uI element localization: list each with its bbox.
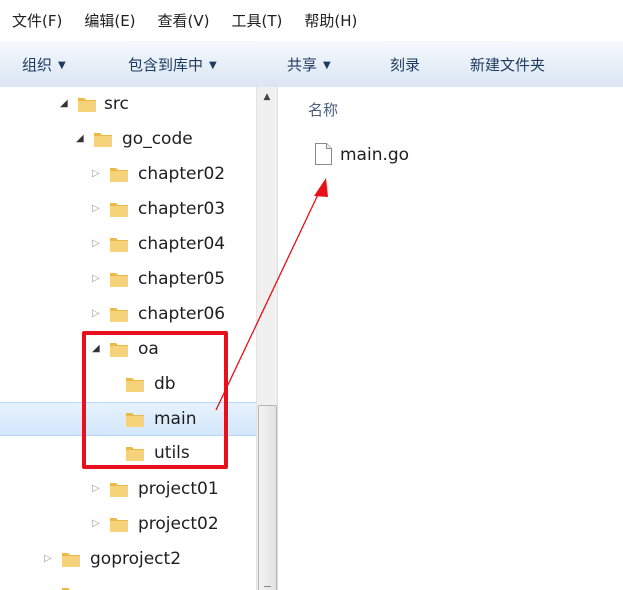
tree-item-chapter03[interactable]: ▷ chapter03 bbox=[0, 193, 256, 227]
menu-view[interactable]: 查看(V) bbox=[148, 10, 222, 31]
tree-item-label: utils bbox=[154, 443, 190, 463]
tree-item-label: src bbox=[104, 94, 129, 114]
folder-icon bbox=[126, 413, 144, 427]
caret-down-icon: ▼ bbox=[323, 60, 331, 71]
burn-label: 刻录 bbox=[390, 56, 421, 74]
tree-item-src[interactable]: ◢ src bbox=[0, 88, 256, 122]
expanded-arrow-icon[interactable]: ◢ bbox=[92, 343, 102, 355]
tree-item-oa[interactable]: ◢ oa bbox=[0, 333, 256, 367]
tree-item-partial[interactable] bbox=[0, 578, 256, 590]
caret-down-icon: ▼ bbox=[58, 60, 66, 71]
file-list-pane: 名称 main.go bbox=[278, 87, 623, 590]
organize-label: 组织 bbox=[22, 56, 53, 74]
menu-bar: 文件(F) 编辑(E) 查看(V) 工具(T) 帮助(H) bbox=[0, 0, 623, 40]
document-icon bbox=[315, 143, 332, 165]
tree-item-label: chapter02 bbox=[138, 164, 226, 184]
tree-item-label: goproject2 bbox=[90, 549, 182, 569]
new-folder-label: 新建文件夹 bbox=[470, 56, 546, 74]
scroll-up-arrow-icon[interactable]: ▲ bbox=[257, 87, 277, 107]
collapsed-arrow-icon[interactable]: ▷ bbox=[92, 168, 102, 180]
menu-edit[interactable]: 编辑(E) bbox=[74, 10, 147, 31]
collapsed-arrow-icon[interactable]: ▷ bbox=[92, 238, 102, 250]
share-button[interactable]: 共享 ▼ bbox=[287, 54, 331, 75]
folder-icon bbox=[110, 343, 128, 357]
collapsed-arrow-icon[interactable]: ▷ bbox=[92, 518, 102, 530]
folder-icon bbox=[126, 447, 144, 461]
collapsed-arrow-icon[interactable]: ▷ bbox=[92, 308, 102, 320]
folder-icon bbox=[110, 308, 128, 322]
folder-icon bbox=[110, 518, 128, 532]
folder-icon bbox=[110, 273, 128, 287]
expanded-arrow-icon[interactable]: ◢ bbox=[76, 133, 86, 145]
collapsed-arrow-icon[interactable]: ▷ bbox=[92, 203, 102, 215]
tree-item-go-code[interactable]: ◢ go_code bbox=[0, 123, 256, 157]
tree-item-label: oa bbox=[138, 339, 159, 359]
tree-item-label: db bbox=[154, 374, 176, 394]
include-in-library-button[interactable]: 包含到库中 ▼ bbox=[128, 54, 217, 75]
tree-item-chapter06[interactable]: ▷ chapter06 bbox=[0, 298, 256, 332]
tree-item-chapter04[interactable]: ▷ chapter04 bbox=[0, 228, 256, 262]
burn-button[interactable]: 刻录 bbox=[390, 54, 420, 75]
tree-item-label: chapter06 bbox=[138, 304, 226, 324]
menu-tools[interactable]: 工具(T) bbox=[222, 10, 295, 31]
tree-item-chapter02[interactable]: ▷ chapter02 bbox=[0, 158, 256, 192]
collapsed-arrow-icon[interactable]: ▷ bbox=[92, 273, 102, 285]
tree-item-project02[interactable]: ▷ project02 bbox=[0, 508, 256, 542]
folder-icon bbox=[62, 588, 80, 590]
collapsed-arrow-icon[interactable]: ▷ bbox=[44, 553, 54, 565]
nav-scrollbar[interactable]: ▲ bbox=[256, 87, 277, 590]
grip-icon bbox=[264, 586, 271, 590]
tree-item-label: project01 bbox=[138, 479, 219, 499]
tree-item-db[interactable]: db bbox=[0, 368, 256, 402]
collapsed-arrow-icon[interactable]: ▷ bbox=[92, 483, 102, 495]
tree-item-label: chapter05 bbox=[138, 269, 226, 289]
tree-item-utils[interactable]: utils bbox=[0, 437, 256, 471]
folder-icon bbox=[110, 203, 128, 217]
folder-icon bbox=[62, 553, 80, 567]
include-library-label: 包含到库中 bbox=[128, 56, 204, 74]
tree-item-label: chapter04 bbox=[138, 234, 226, 254]
command-toolbar: 组织 ▼ 包含到库中 ▼ 共享 ▼ 刻录 新建文件夹 bbox=[0, 40, 623, 88]
folder-icon bbox=[110, 168, 128, 182]
tree-item-project01[interactable]: ▷ project01 bbox=[0, 473, 256, 507]
organize-button[interactable]: 组织 ▼ bbox=[22, 54, 66, 75]
scroll-thumb[interactable] bbox=[258, 405, 277, 590]
new-folder-button[interactable]: 新建文件夹 bbox=[470, 54, 545, 75]
folder-icon bbox=[126, 378, 144, 392]
tree-item-main[interactable]: main bbox=[0, 402, 256, 436]
tree-item-label: chapter03 bbox=[138, 199, 226, 219]
menu-file[interactable]: 文件(F) bbox=[0, 10, 74, 31]
tree-item-label: project02 bbox=[138, 514, 219, 534]
caret-down-icon: ▼ bbox=[209, 60, 217, 71]
folder-icon bbox=[110, 483, 128, 497]
navigation-pane: ◢ src ◢ go_code ▷ chapter02 ▷ chapter03 … bbox=[0, 87, 278, 590]
tree-item-goproject2[interactable]: ▷ goproject2 bbox=[0, 543, 256, 577]
menu-help[interactable]: 帮助(H) bbox=[294, 10, 369, 31]
file-name: main.go bbox=[340, 145, 410, 165]
folder-icon bbox=[78, 98, 96, 112]
expanded-arrow-icon[interactable]: ◢ bbox=[60, 98, 70, 110]
tree-item-label: go_code bbox=[122, 129, 193, 149]
tree-item-chapter05[interactable]: ▷ chapter05 bbox=[0, 263, 256, 297]
folder-icon bbox=[94, 133, 112, 147]
column-header-name[interactable]: 名称 bbox=[308, 99, 338, 120]
explorer-window: 文件(F) 编辑(E) 查看(V) 工具(T) 帮助(H) 组织 ▼ 包含到库中 ▼… bbox=[0, 0, 623, 590]
share-label: 共享 bbox=[287, 56, 318, 74]
tree-item-label: main bbox=[154, 409, 197, 429]
folder-icon bbox=[110, 238, 128, 252]
